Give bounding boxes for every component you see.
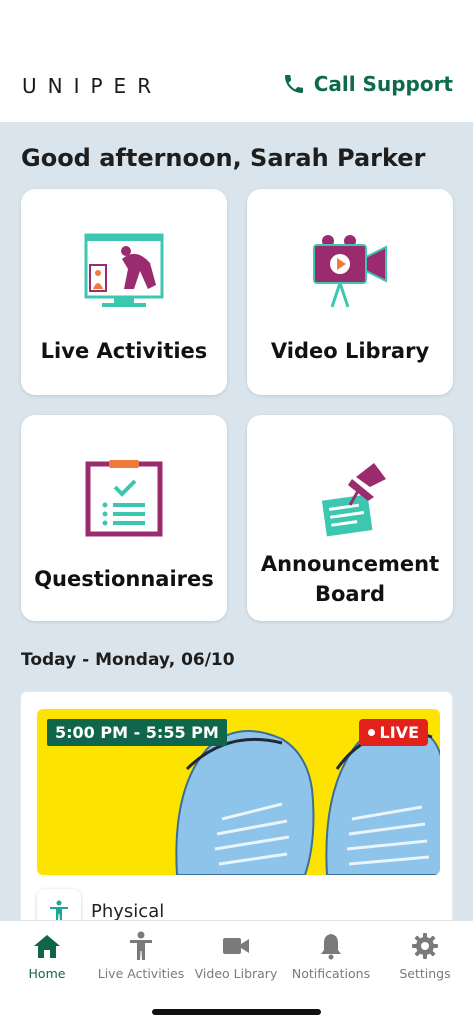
tile-video-library[interactable]: Video Library <box>247 189 453 395</box>
live-activities-icon <box>84 233 164 307</box>
activity-card[interactable]: 5:00 PM - 5:55 PM LIVE Physical <box>21 692 452 920</box>
tile-live-activities[interactable]: Live Activities <box>21 189 227 395</box>
tab-label: Video Library <box>194 966 278 981</box>
tab-notifications[interactable]: Notifications <box>284 931 378 981</box>
tab-label: Notifications <box>291 966 371 981</box>
clipboard-checklist-icon <box>85 460 163 537</box>
time-badge: 5:00 PM - 5:55 PM <box>47 719 227 746</box>
live-dot-icon <box>367 729 375 736</box>
tile-label: Live Activities <box>40 339 208 363</box>
live-label: LIVE <box>379 723 419 742</box>
accessibility-person-icon <box>50 900 68 920</box>
gear-icon <box>412 933 438 959</box>
home-content: Good afternoon, Sarah Parker Live Activi… <box>0 122 473 920</box>
tab-home[interactable]: Home <box>0 931 94 981</box>
call-support-button[interactable]: Call Support <box>282 72 453 96</box>
today-heading: Today - Monday, 06/10 <box>21 650 235 670</box>
uniper-logo: UNIPER <box>22 74 163 98</box>
activity-category: Physical <box>37 889 164 920</box>
category-label: Physical <box>91 900 165 921</box>
tile-questionnaires[interactable]: Questionnaires <box>21 415 227 621</box>
tile-label: Announcement Board <box>260 552 440 606</box>
phone-icon <box>284 75 303 93</box>
tile-label: Video Library <box>270 339 430 363</box>
video-icon <box>223 938 249 954</box>
video-camera-icon <box>313 235 387 308</box>
tab-label: Settings <box>399 966 451 981</box>
greeting-text: Good afternoon, Sarah Parker <box>21 144 426 172</box>
app-header: UNIPER Call Support <box>0 0 473 122</box>
tab-settings[interactable]: Settings <box>378 931 472 981</box>
tile-label: Questionnaires <box>34 567 214 591</box>
pinned-note-icon <box>321 463 386 537</box>
call-support-label: Call Support <box>313 72 453 96</box>
activity-thumbnail: 5:00 PM - 5:55 PM LIVE <box>37 709 440 875</box>
tab-label: Home <box>28 966 66 981</box>
category-icon-box <box>37 889 81 920</box>
home-icon <box>34 935 60 958</box>
bell-icon <box>321 934 341 960</box>
home-indicator <box>152 1009 321 1015</box>
tile-announcement-board[interactable]: Announcement Board <box>247 415 453 621</box>
tab-video-library[interactable]: Video Library <box>189 931 283 981</box>
person-icon <box>130 931 152 960</box>
tab-label: Live Activities <box>97 966 185 981</box>
tab-live-activities[interactable]: Live Activities <box>94 931 188 981</box>
live-badge: LIVE <box>358 719 428 746</box>
